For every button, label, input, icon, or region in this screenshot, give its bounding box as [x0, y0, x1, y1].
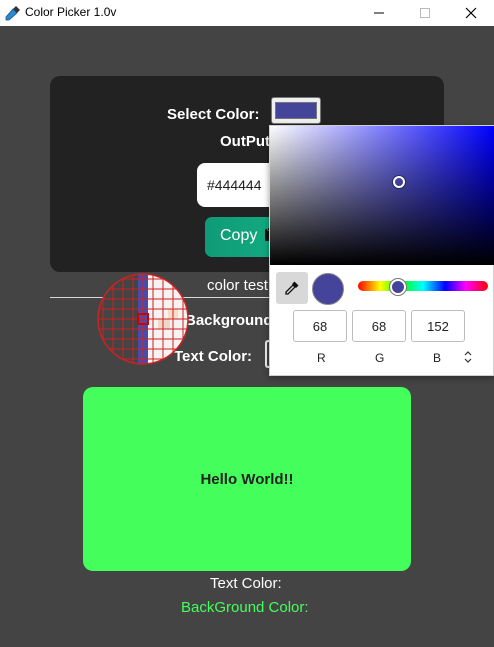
- title-bar: Color Picker 1.0v: [0, 0, 494, 26]
- output-label: OutPut: [220, 133, 270, 150]
- mode-toggle-icon[interactable]: [463, 350, 473, 364]
- saturation-value-area[interactable]: [270, 126, 494, 265]
- saturation-value-cursor[interactable]: [393, 176, 405, 188]
- minimize-button[interactable]: [356, 0, 402, 26]
- minimize-icon: [374, 12, 384, 14]
- green-label: G: [375, 351, 385, 365]
- red-value-field[interactable]: 68: [293, 310, 347, 342]
- red-label: R: [317, 351, 326, 365]
- color-picker-popup: 68 68 152 R G B: [269, 125, 494, 376]
- close-button[interactable]: [448, 0, 494, 26]
- eyedropper-app-icon: [5, 5, 21, 21]
- footer-text-color-label: Text Color:: [210, 575, 282, 592]
- window-title: Color Picker 1.0v: [25, 5, 117, 19]
- eyedropper-magnifier: [97, 273, 189, 365]
- select-color-label: Select Color:: [167, 106, 260, 123]
- preview-box: Hello World!!: [83, 387, 411, 571]
- blue-label: B: [433, 351, 442, 365]
- hue-slider-handle[interactable]: [390, 279, 406, 295]
- preview-text: Hello World!!: [200, 470, 294, 488]
- maximize-icon: [420, 8, 430, 18]
- close-icon: [465, 7, 477, 19]
- copy-button-label: Copy: [220, 227, 258, 244]
- current-color-swatch: [312, 273, 344, 305]
- green-value-field[interactable]: 68: [352, 310, 406, 342]
- selected-color-swatch: [275, 102, 317, 119]
- eyedropper-icon: [285, 281, 299, 295]
- blue-value-field[interactable]: 152: [411, 310, 465, 342]
- select-color-input[interactable]: [271, 97, 321, 124]
- hue-slider[interactable]: [358, 281, 488, 291]
- maximize-button[interactable]: [402, 0, 448, 26]
- footer-background-color-label: BackGround Color:: [181, 599, 309, 616]
- eyedropper-button[interactable]: [276, 272, 308, 304]
- color-test-label: color test: [207, 277, 268, 294]
